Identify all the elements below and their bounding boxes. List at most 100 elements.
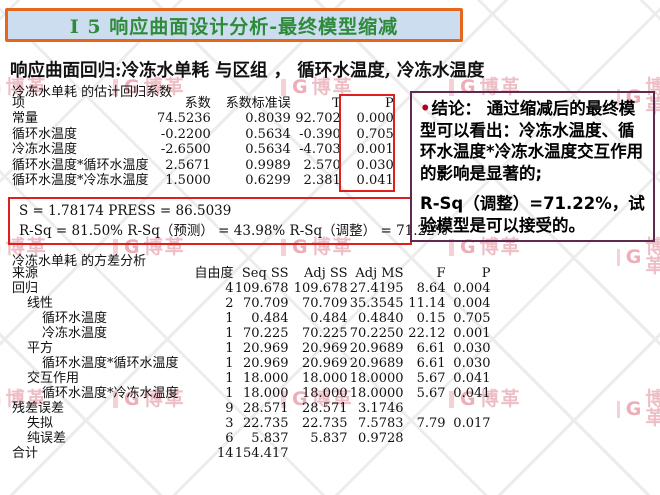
cell-value: 1	[179, 326, 234, 341]
cell-value: 18.000	[289, 386, 348, 401]
boge-logo-letter: G	[0, 238, 2, 257]
cell-value: 35.3545	[348, 296, 404, 311]
cell-value: 6	[179, 431, 234, 446]
table-row: 冷冻水温度170.22570.22570.225022.120.001	[12, 326, 491, 341]
cell-value: 0.15	[404, 311, 446, 326]
cell-value: 5.837	[234, 431, 289, 446]
row-label: 冷冻水温度	[12, 326, 179, 341]
cell-value: 1	[179, 311, 234, 326]
cell-value: 70.2250	[348, 326, 404, 341]
p-column-highlight-box	[339, 94, 395, 192]
regression-heading: 响应曲面回归:冷冻水单耗 与区组 ， 循环水温度, 冷冻水温度	[10, 57, 484, 82]
row-label: 交互作用	[12, 371, 179, 386]
cell-value: -2.6500	[157, 142, 211, 157]
cell-value: 27.4195	[348, 281, 404, 296]
cell-value: 70.709	[289, 296, 348, 311]
row-label: 冷冻水温度	[12, 142, 157, 157]
boge-logo-letter: G	[626, 400, 642, 419]
cell-value: 2.570	[291, 158, 341, 173]
cell-value: 28.571	[234, 401, 289, 416]
cell-value: 70.225	[289, 326, 348, 341]
cell-value: 6.61	[404, 356, 446, 371]
cell-value: 28.571	[289, 401, 348, 416]
cell-value: 0.705	[446, 311, 491, 326]
cell-value: 20.969	[234, 341, 289, 356]
cell-value: 1	[179, 341, 234, 356]
cell-value: 0.041	[446, 386, 491, 401]
cell-value: 7.79	[404, 416, 446, 431]
cell-value: 0.017	[446, 416, 491, 431]
cell-value: 0.5634	[211, 127, 291, 142]
cell-value: 9	[179, 401, 234, 416]
row-label: 合计	[12, 446, 179, 461]
row-label: 常量	[12, 111, 157, 126]
cell-value: 18.0000	[348, 386, 404, 401]
model-summary-line2: R-Sq = 81.50% R-Sq（预测） = 43.98% R-Sq（调整）…	[19, 221, 410, 241]
title-box: I 5 响应曲面设计分析-最终模型缩减	[5, 8, 463, 42]
cell-value: 3	[179, 416, 234, 431]
column-header: P	[446, 266, 491, 281]
cell-value: 0.8039	[211, 111, 291, 126]
cell-value: 0.030	[446, 356, 491, 371]
table-row: 回归4109.678109.67827.41958.640.004	[12, 281, 491, 296]
conclusion-text-1: 结论： 通过缩减后的最终模型可以看出：冷冻水温度、循环水温度*冷冻水温度交互作用…	[420, 99, 643, 183]
cell-value: -0.390	[291, 127, 341, 142]
cell-value: 22.735	[289, 416, 348, 431]
table-row: 失拟322.73522.7357.57837.790.017	[12, 416, 491, 431]
cell-value: 0.4840	[348, 311, 404, 326]
row-label: 循环水温度*冷冻水温度	[12, 173, 157, 188]
row-label: 循环水温度*循环水温度	[12, 356, 179, 371]
cell-value: 0.9728	[348, 431, 404, 446]
header-row: 来源自由度Seq SSAdj SSAdj MSFP	[12, 266, 491, 281]
column-header: 系数	[157, 96, 211, 111]
cell-value: 70.225	[234, 326, 289, 341]
row-label: 失拟	[12, 416, 179, 431]
column-header: 项	[12, 96, 157, 111]
row-label: 残差误差	[12, 401, 179, 416]
conclusion-box: •结论： 通过缩减后的最终模型可以看出：冷冻水温度、循环水温度*冷冻水温度交互作…	[410, 91, 655, 242]
cell-value: 5.67	[404, 371, 446, 386]
cell-value: 18.0000	[348, 371, 404, 386]
cell-value: 0.041	[446, 371, 491, 386]
anova-table: 来源自由度Seq SSAdj SSAdj MSFP回归4109.678109.6…	[12, 266, 491, 461]
cell-value: 20.969	[289, 356, 348, 371]
model-summary-line1: S = 1.78174 PRESS = 86.5039	[19, 201, 410, 221]
table-row: 残差误差928.57128.5713.1746	[12, 401, 491, 416]
column-header: 来源	[12, 266, 179, 281]
header-row: 项系数系数标准误TP	[12, 96, 394, 111]
cell-value: 0.6299	[211, 173, 291, 188]
cell-value: 20.969	[234, 356, 289, 371]
cell-value: 6.61	[404, 341, 446, 356]
cell-value: 154.417	[234, 446, 289, 461]
bullet-icon: •	[420, 99, 431, 118]
cell-value: 20.9689	[348, 356, 404, 371]
coefficients-table: 项系数系数标准误TP常量74.52360.803992.7020.000循环水温…	[12, 96, 394, 188]
row-label: 循环水温度*循环水温度	[12, 158, 157, 173]
column-header: 自由度	[179, 266, 234, 281]
cell-value: 1	[179, 371, 234, 386]
cell-value	[446, 401, 491, 416]
conclusion-paragraph-1: •结论： 通过缩减后的最终模型可以看出：冷冻水温度、循环水温度*冷冻水温度交互作…	[420, 98, 647, 184]
cell-value: 109.678	[289, 281, 348, 296]
cell-value: 1.5000	[157, 173, 211, 188]
table-row: 合计14154.417	[12, 446, 491, 461]
table-row: 常量74.52360.803992.7020.000	[12, 111, 394, 126]
cell-value: 0.004	[446, 281, 491, 296]
row-label: 循环水温度*冷冻水温度	[12, 386, 179, 401]
cell-value: 70.709	[234, 296, 289, 311]
row-label: 循环水温度	[12, 311, 179, 326]
table-row: 循环水温度*循环水温度120.96920.96920.96896.610.030	[12, 356, 491, 371]
boge-logo-icon	[617, 249, 620, 266]
table-row: 循环水温度-0.22000.5634-0.3900.705	[12, 127, 394, 142]
table-row: 循环水温度*冷冻水温度1.50000.62992.3810.041	[12, 173, 394, 188]
slide: G博革G博革G博革G博革G博革G博革G博革G博革G博革G博革G博革G博革G博革G…	[0, 0, 660, 495]
watermark-text: 博革	[645, 390, 660, 428]
column-header: F	[404, 266, 446, 281]
cell-value: 0.484	[289, 311, 348, 326]
column-header: T	[291, 96, 341, 111]
cell-value: 0.004	[446, 296, 491, 311]
table-row: 线性270.70970.70935.354511.140.004	[12, 296, 491, 311]
column-header: 系数标准误	[211, 96, 291, 111]
table-row: 循环水温度*循环水温度2.56710.99892.5700.030	[12, 158, 394, 173]
cell-value: 5.837	[289, 431, 348, 446]
